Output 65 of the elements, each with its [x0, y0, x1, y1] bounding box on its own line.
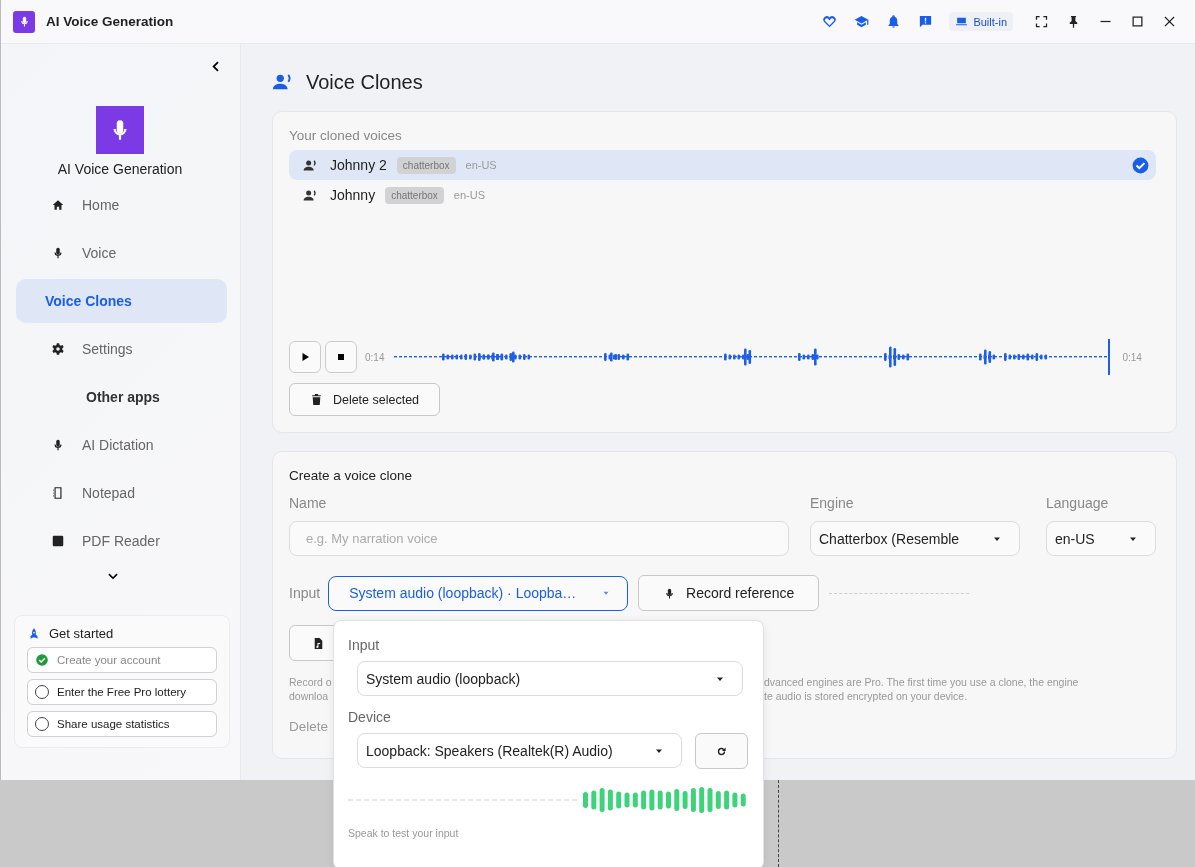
- stop-icon: [335, 351, 347, 363]
- card-title: Create a voice clone: [289, 468, 414, 483]
- engine-tag: chatterbox: [396, 156, 456, 174]
- voice-row[interactable]: Johnny chatterbox en-US: [289, 180, 1156, 210]
- notepad-icon: [51, 486, 65, 500]
- input-source-dropdown[interactable]: System audio (loopback): [357, 661, 743, 696]
- duration-time: 0:14: [1122, 351, 1142, 363]
- task-item[interactable]: Enter the Free Pro lottery: [27, 679, 217, 705]
- nav-item[interactable]: Voice Clones: [16, 279, 227, 323]
- language-label: en-US: [453, 189, 486, 201]
- play-button[interactable]: [289, 341, 321, 373]
- check-circle-icon: [1131, 155, 1150, 175]
- record-button[interactable]: Record reference: [638, 575, 820, 611]
- engine-tag: chatterbox: [385, 186, 444, 204]
- nav-item[interactable]: Notepad: [16, 471, 227, 515]
- nav-item[interactable]: Settings: [16, 327, 227, 371]
- heart-icon: [821, 14, 837, 29]
- help-text: Record o: [289, 676, 332, 688]
- file-icon: [312, 636, 325, 650]
- card-title: Your cloned voices: [289, 128, 403, 143]
- section-label: Other apps: [85, 388, 161, 407]
- task-item[interactable]: Share usage statistics: [27, 711, 217, 737]
- help-text: downloa: [289, 690, 329, 702]
- language-label: en-US: [465, 159, 497, 171]
- language-dropdown[interactable]: en-US: [1046, 521, 1156, 556]
- laptop-icon: [955, 15, 969, 28]
- home-icon: [51, 198, 65, 212]
- status-text: Delete: [289, 719, 330, 734]
- voice-name: Johnny 2: [330, 157, 387, 173]
- voice-name: Johnny: [330, 187, 376, 203]
- fullscreen-icon: [1033, 14, 1049, 29]
- help-text: dvanced engines are Pro. The first time you use a clone, the engine: [764, 676, 1079, 688]
- nav-item[interactable]: Home: [16, 183, 227, 227]
- task-item[interactable]: Create your account: [27, 647, 217, 673]
- nav-item[interactable]: Voice: [16, 231, 227, 275]
- settings-icon: [51, 342, 65, 356]
- engine-dropdown[interactable]: Chatterbox (Resemble: [810, 521, 1020, 556]
- elapsed-time: 0:14: [365, 351, 385, 363]
- field-label: Input: [289, 585, 321, 601]
- nav-item[interactable]: AI Dictation: [16, 423, 227, 467]
- help-text: te audio is stored encrypted on your device.: [764, 690, 968, 702]
- refresh-icon: [715, 745, 727, 757]
- voice-row[interactable]: Johnny 2 chatterbox en-US: [289, 150, 1156, 180]
- page-title: Voice Clones: [306, 70, 423, 94]
- app-name: AI Voice Generation: [57, 161, 183, 177]
- voice-icon: [303, 187, 318, 203]
- voice-icon: [303, 157, 318, 173]
- mode-badge[interactable]: Built-in: [949, 12, 1013, 31]
- name-field[interactable]: e.g. My narration voice: [289, 521, 789, 556]
- stop-button[interactable]: [325, 341, 357, 373]
- field-label: Device: [348, 709, 392, 725]
- hint-text: Speak to test your input: [348, 827, 460, 839]
- feedback-icon: [917, 14, 933, 29]
- input-dropdown[interactable]: System audio (loopback) · Loopba…: [328, 575, 629, 611]
- panel-title: Get started: [49, 626, 114, 641]
- field-label: Engine: [810, 495, 855, 511]
- field-label: Input: [348, 637, 381, 653]
- field-label: Language: [1046, 495, 1110, 511]
- delete-button[interactable]: Delete selected: [289, 383, 440, 416]
- trash-icon: [309, 393, 323, 406]
- graduation-cap-icon: [853, 14, 869, 29]
- window-title: AI Voice Generation: [46, 14, 174, 29]
- device-dropdown[interactable]: Loopback: Speakers (Realtek(R) Audio): [357, 733, 682, 768]
- field-label: Name: [289, 495, 328, 511]
- nav-item[interactable]: PDF Reader: [16, 519, 227, 563]
